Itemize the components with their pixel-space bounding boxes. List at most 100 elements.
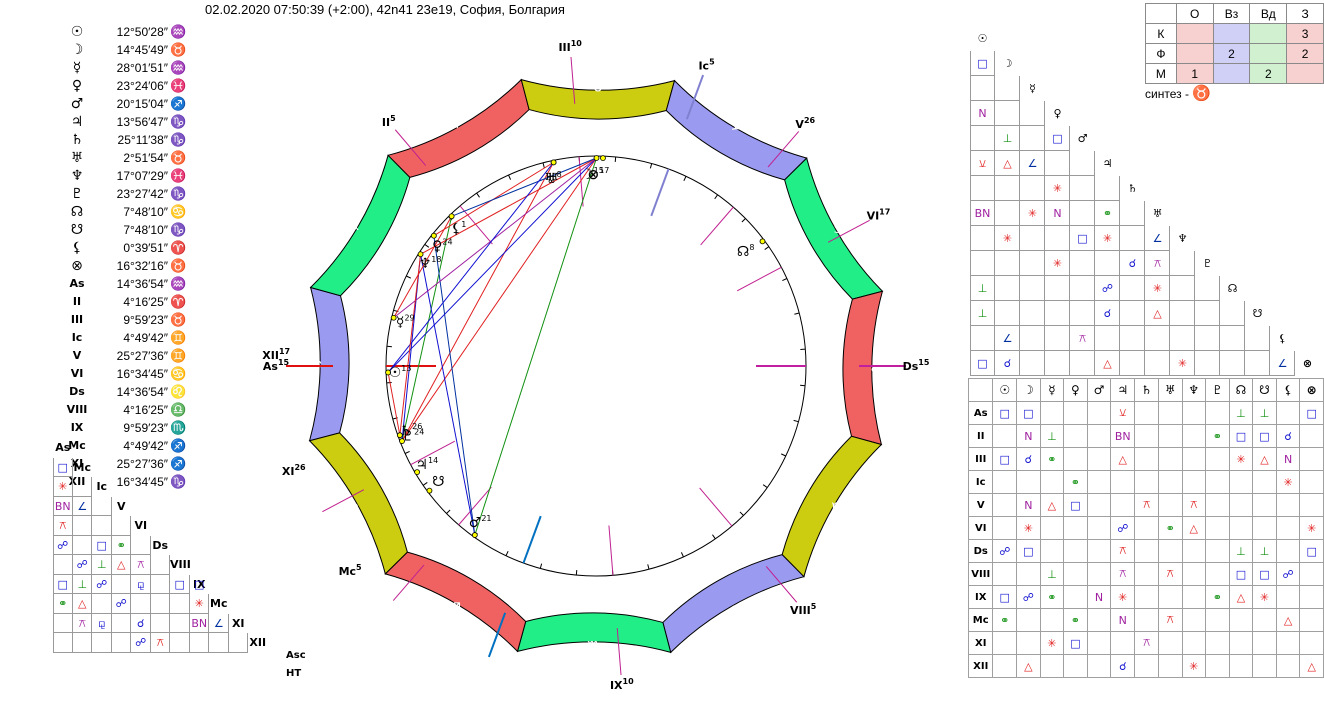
stats-cell bbox=[1212, 63, 1251, 84]
triangle-cell bbox=[995, 276, 1020, 301]
triangle-aspect: ∠ bbox=[77, 499, 88, 513]
aspect-line bbox=[399, 254, 422, 436]
aspect-grid-cell bbox=[1228, 631, 1254, 655]
aspect-grid-row: XII △ ☌ ✳ △ bbox=[967, 654, 1324, 678]
aspect-grid-cell bbox=[1039, 654, 1065, 678]
triangle-aspect: ✳ bbox=[1002, 232, 1013, 245]
planet-glyph-symbol: ☋ bbox=[432, 474, 444, 490]
triangle-aspect: ∠ bbox=[213, 616, 224, 630]
aspect-grid-cell bbox=[1181, 562, 1207, 586]
zodiac-sign-glyph: ♒ bbox=[308, 355, 322, 374]
aspect-grid-cell: □ bbox=[992, 401, 1018, 425]
triangle-cell bbox=[1045, 351, 1070, 376]
aspect-grid-cell: ⚭ bbox=[1063, 608, 1088, 632]
aspect-grid-cell bbox=[1299, 470, 1324, 494]
aspect-grid-row: II N ⊥ BN ⚭ □ □ ☌ bbox=[967, 424, 1324, 448]
planet-degree: 1 bbox=[461, 220, 466, 229]
aspect-grid-cell bbox=[1134, 401, 1159, 425]
planet-degree: 8 bbox=[749, 243, 754, 252]
aspect-grid-col-header: ☊ bbox=[1228, 378, 1254, 402]
planet-degree: 21 bbox=[481, 514, 491, 523]
planet-glyph-symbol: ⚸ bbox=[451, 221, 461, 237]
aspect-grid-cell bbox=[1275, 654, 1301, 678]
zodiac-sign-glyph: ♓ bbox=[347, 215, 361, 234]
triangle-aspect: □ bbox=[1077, 232, 1088, 245]
stats-row-label: М bbox=[1145, 63, 1177, 84]
triangle-cell bbox=[150, 613, 170, 633]
triangle-aspect: ⚭ bbox=[116, 538, 126, 552]
triangle-cell bbox=[53, 633, 73, 653]
aspect-grid-cell bbox=[1134, 470, 1159, 494]
triangle-cell bbox=[170, 613, 190, 633]
degree-tick bbox=[762, 484, 768, 488]
triangle-cell bbox=[1195, 351, 1220, 376]
triangle-cell bbox=[150, 574, 170, 594]
aspect-grid-row: XI ✳ □ ⚻ bbox=[967, 631, 1324, 655]
triangle-label: ♃ bbox=[1102, 157, 1113, 170]
triangle-cell bbox=[1045, 276, 1070, 301]
triangle-aspect: ✳ bbox=[1152, 282, 1163, 295]
aspect-grid-cell: ⊥ bbox=[1228, 539, 1254, 563]
triangle-aspect: □ bbox=[977, 57, 988, 70]
house-cusp-inner bbox=[700, 206, 734, 246]
aspect-grid-corner bbox=[967, 378, 994, 402]
triangle-cell bbox=[92, 633, 112, 653]
planet-glyph-symbol: ☉ bbox=[389, 365, 402, 381]
planet-dot bbox=[759, 238, 766, 245]
aspect-grid-cell bbox=[1275, 631, 1301, 655]
stats-header-row: О Вз Вд З bbox=[1145, 3, 1324, 24]
aspect-grid-cell bbox=[1205, 470, 1230, 494]
aspect-grid-cell bbox=[1134, 516, 1159, 540]
house-label-deg: 26 bbox=[294, 463, 306, 472]
house-label-deg: 5 bbox=[709, 58, 715, 67]
triangle-aspect: ✳ bbox=[58, 480, 68, 493]
aspect-grid-cell: □ bbox=[1016, 401, 1041, 425]
triangle-aspect: ☍ bbox=[135, 636, 147, 649]
degree-tick bbox=[782, 278, 788, 282]
triangle-cell bbox=[1020, 251, 1045, 276]
aspect-grid-cell bbox=[1181, 631, 1207, 655]
aspect-grid-row-label: Mc bbox=[967, 608, 994, 632]
aspect-grid-cell bbox=[1228, 654, 1254, 678]
triangle-aspect: ⊥ bbox=[77, 577, 88, 591]
stats-cell bbox=[1175, 23, 1214, 44]
triangle-cell bbox=[92, 496, 112, 516]
aspect-grid-cell: △ bbox=[1016, 654, 1041, 678]
triangle-label: ♇ bbox=[1202, 257, 1213, 270]
aspect-grid-cell: ✳ bbox=[1016, 516, 1041, 540]
aspect-grid-col-header: ⚸ bbox=[1275, 378, 1301, 402]
triangle-cell bbox=[1120, 301, 1145, 326]
house-label-deg: 10 bbox=[623, 677, 635, 686]
triangle-cell bbox=[1195, 301, 1220, 326]
triangle-cell bbox=[1020, 351, 1045, 376]
aspect-grid-cell: △ bbox=[1228, 585, 1254, 609]
aspect-grid-cell bbox=[1275, 493, 1301, 517]
triangle-aspect: △ bbox=[1153, 307, 1162, 320]
triangle-aspect: ⊥ bbox=[977, 282, 988, 295]
stats-col-header: Вд bbox=[1249, 3, 1288, 24]
aspect-grid-cell bbox=[1086, 401, 1112, 425]
aspect-grid-cell: ✳ bbox=[1110, 585, 1136, 609]
aspect-line bbox=[401, 162, 555, 442]
stats-col-header: З bbox=[1286, 3, 1324, 24]
zodiac-sign-glyph: ♏ bbox=[587, 637, 601, 656]
aspect-grid-cell bbox=[1039, 516, 1065, 540]
triangle-label: ♀ bbox=[1053, 107, 1062, 120]
aspect-grid-row: Ds ☍ □ ⚻ ⊥ ⊥ □ bbox=[967, 539, 1324, 563]
stats-cell: 2 bbox=[1249, 63, 1288, 84]
aspect-grid-cell bbox=[1205, 608, 1230, 632]
triangle-cell bbox=[995, 101, 1020, 126]
aspect-grid-row-label: V bbox=[967, 493, 994, 517]
triangle-cell bbox=[1245, 351, 1270, 376]
aspect-grid-cell bbox=[992, 493, 1018, 517]
aspect-grid-cell bbox=[1205, 654, 1230, 678]
synthesis-sign: ♉ bbox=[1192, 85, 1211, 102]
planet-dot bbox=[593, 155, 600, 161]
triangle-aspect: △ bbox=[117, 558, 126, 571]
aspect-grid-cell bbox=[1181, 539, 1207, 563]
planet-degree: 24 bbox=[442, 238, 452, 247]
aspect-grid-row-label: Ds bbox=[967, 539, 994, 563]
planet-glyph: ☋ bbox=[432, 474, 444, 490]
triangle-aspect: ✳ bbox=[1177, 357, 1188, 370]
aspect-grid-cell: ✳ bbox=[1181, 654, 1207, 678]
